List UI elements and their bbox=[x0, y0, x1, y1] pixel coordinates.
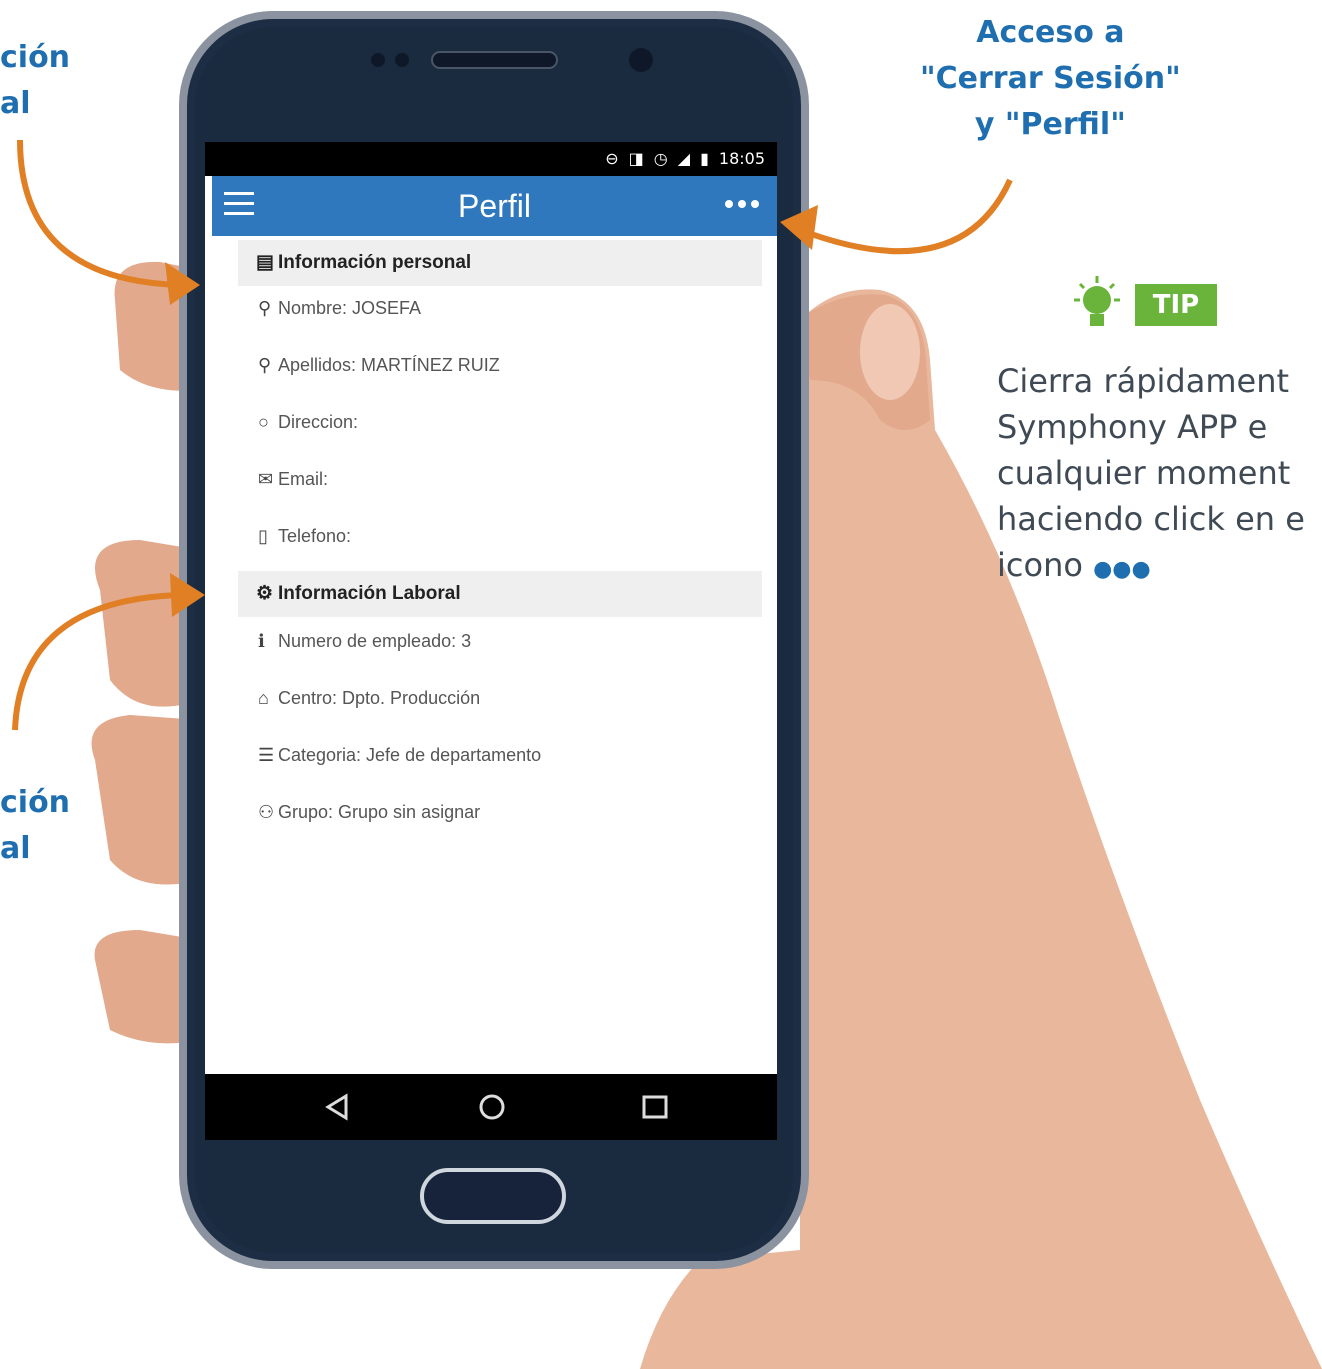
list-item: ℹ Numero de empleado: 3 bbox=[258, 628, 471, 654]
lightbulb-icon bbox=[1074, 276, 1120, 326]
more-options-icon[interactable] bbox=[725, 200, 759, 210]
row-text: Numero de empleado: 3 bbox=[278, 631, 472, 651]
row-text: Nombre: JOSEFA bbox=[278, 298, 422, 318]
back-icon[interactable] bbox=[322, 1092, 352, 1122]
tip-badge: TIP bbox=[1135, 284, 1217, 326]
row-text: Grupo: Grupo sin asignar bbox=[278, 802, 481, 822]
recents-icon[interactable] bbox=[640, 1092, 670, 1122]
sensor-dot bbox=[371, 53, 385, 67]
list-item: ○ Direccion: bbox=[258, 409, 358, 435]
row-text: Email: bbox=[278, 469, 329, 489]
email-icon: ✉ bbox=[258, 469, 274, 489]
tip-line-last: icono ●●● bbox=[997, 542, 1322, 593]
sensor-dot-2 bbox=[395, 53, 409, 67]
profile-content: ▤ Información personal ⚲ Nombre: JOSEFA ⚲ A… bbox=[212, 236, 777, 1074]
callout-laboral: ción al bbox=[0, 785, 71, 866]
app-bar-title: Perfil bbox=[458, 188, 531, 224]
user-icon: ⚲ bbox=[258, 355, 272, 375]
list-item: ⚇ Grupo: Grupo sin asignar bbox=[258, 799, 480, 825]
more-dots-icon: ●●● bbox=[1093, 557, 1151, 582]
home-icon: ⌂ bbox=[258, 688, 269, 708]
phone-icon: ▯ bbox=[258, 526, 268, 546]
callout-session: Acceso a "Cerrar Sesión" y "Perfil" bbox=[920, 15, 1181, 142]
group-icon: ⚇ bbox=[258, 802, 275, 822]
tip-line: Cierra rápidament bbox=[997, 362, 1290, 400]
list-item: ▯ Telefono: bbox=[258, 523, 351, 549]
do-not-disturb-icon: ⊖ bbox=[605, 149, 619, 168]
list-item: ⚲ Apellidos: MARTÍNEZ RUIZ bbox=[258, 352, 500, 378]
row-text: Centro: Dpto. Producción bbox=[278, 688, 481, 708]
camera-dot bbox=[629, 48, 653, 72]
list-item: ☰ Categoria: Jefe de departamento bbox=[258, 742, 541, 768]
alarm-icon: ◷ bbox=[653, 149, 668, 168]
arrow-session bbox=[798, 178, 1013, 255]
row-text: Categoria: Jefe de departamento bbox=[278, 745, 542, 765]
info-icon: ℹ bbox=[258, 631, 265, 651]
section-title: Información Laboral bbox=[278, 583, 461, 604]
signal-icon: ◢ bbox=[677, 149, 691, 168]
gear-icon: ⚙ bbox=[256, 583, 274, 604]
battery-icon: ▮ bbox=[700, 149, 709, 168]
earpiece bbox=[431, 51, 558, 69]
home-icon[interactable] bbox=[477, 1092, 507, 1122]
tip-line: Symphony APP e bbox=[997, 408, 1268, 446]
personal-section-header: ▤ Información personal bbox=[238, 240, 762, 286]
tip-line: haciendo click en e bbox=[997, 500, 1305, 538]
status-icons: ⊖ ◨ ◷ ◢ ▮ 18:05 bbox=[605, 148, 765, 170]
row-text: Apellidos: MARTÍNEZ RUIZ bbox=[278, 355, 500, 375]
status-time: 18:05 bbox=[718, 149, 765, 168]
phone-screen: ⊖ ◨ ◷ ◢ ▮ 18:05 Perfil ▤ Información pers… bbox=[205, 142, 777, 1140]
app-bar: Perfil bbox=[212, 176, 777, 236]
work-section-header: ⚙ Información Laboral bbox=[238, 571, 762, 617]
list-item: ✉ Email: bbox=[258, 466, 328, 492]
tip-text: Cierra rápidament Symphony APP e cualqui… bbox=[997, 358, 1322, 593]
section-title: Información personal bbox=[278, 252, 472, 273]
location-icon: ○ bbox=[258, 412, 269, 432]
vibrate-icon: ◨ bbox=[628, 149, 644, 168]
android-nav-bar bbox=[205, 1074, 777, 1140]
user-icon: ⚲ bbox=[258, 298, 272, 318]
tip-line: icono bbox=[997, 546, 1083, 584]
list-item: ⌂ Centro: Dpto. Producción bbox=[258, 685, 480, 711]
row-text: Telefono: bbox=[278, 526, 352, 546]
status-bar: ⊖ ◨ ◷ ◢ ▮ 18:05 bbox=[205, 142, 777, 176]
home-button bbox=[420, 1168, 566, 1224]
id-card-icon: ▤ bbox=[256, 252, 274, 273]
tip-line: cualquier moment bbox=[997, 454, 1291, 492]
callout-personal: ción al bbox=[0, 40, 71, 121]
thumb-nail bbox=[860, 304, 920, 400]
row-text: Direccion: bbox=[278, 412, 359, 432]
category-icon: ☰ bbox=[258, 745, 275, 765]
list-item: ⚲ Nombre: JOSEFA bbox=[258, 295, 421, 321]
